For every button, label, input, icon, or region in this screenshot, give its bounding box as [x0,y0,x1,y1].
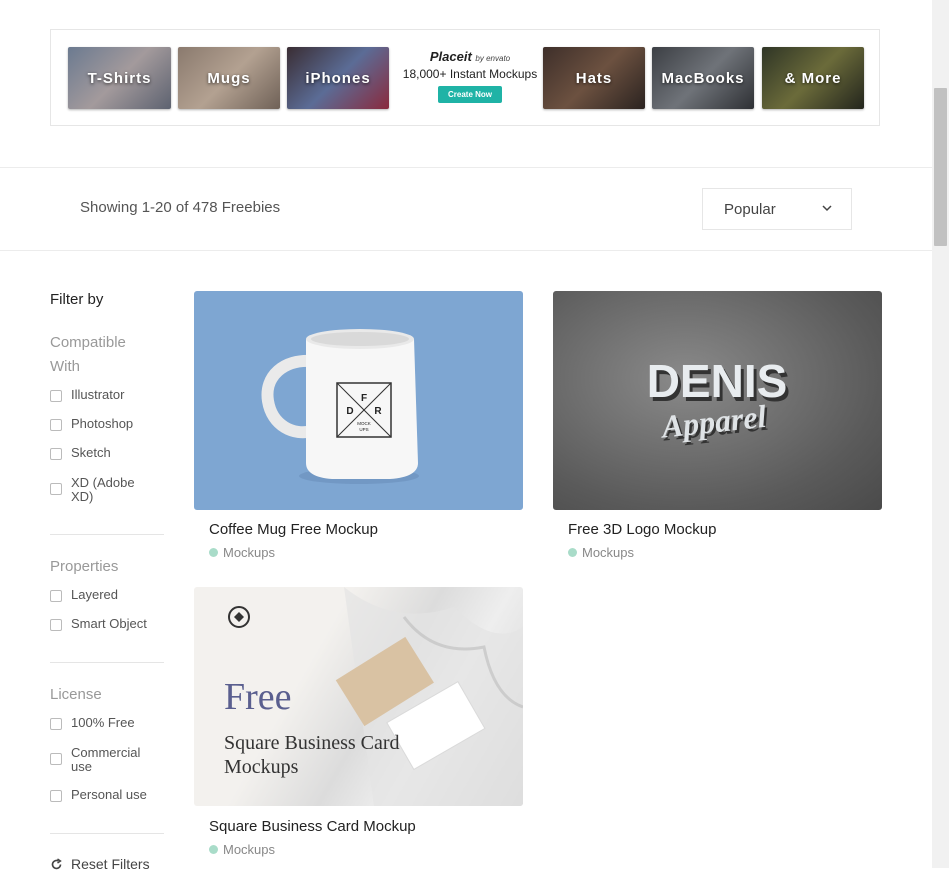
placeit-logo: Placeit by envato [429,49,511,64]
create-now-button[interactable]: Create Now [437,86,502,103]
placeit-promo[interactable]: Placeit by envato 18,000+ Instant Mockup… [400,47,540,109]
chevron-down-icon [822,205,832,212]
business-card-illustration: Free Square Business Card Mockups [224,587,523,806]
checkbox[interactable] [50,419,62,431]
results-count: Showing 1-20 of 478 Freebies [80,199,281,216]
group-title-license: License [50,686,102,703]
placeit-banner[interactable]: T-Shirts Mugs iPhones Placeit by envato … [50,29,880,126]
banner-tile-hats[interactable]: Hats [543,47,645,109]
mug-letter: R [374,406,382,417]
filter-option-illustrator[interactable]: Illustrator [50,388,156,402]
banner-tile-iphones[interactable]: iPhones [287,47,389,109]
checkbox[interactable] [50,390,62,402]
checkbox[interactable] [50,448,62,460]
placeit-tagline: 18,000+ Instant Mockups [402,67,538,81]
filter-option-photoshop[interactable]: Photoshop [50,417,156,431]
filter-separator [50,833,164,834]
category-dot [568,548,577,557]
checkbox[interactable] [50,753,62,765]
mug-illustration: F D R MOCK UPS [261,329,419,484]
filter-option-sketch[interactable]: Sketch [50,446,156,460]
checkbox[interactable] [50,790,62,802]
card-title[interactable]: Free 3D Logo Mockup [568,521,716,538]
divider-top [0,167,932,168]
card-image-3d-logo[interactable]: DENIS DENIS Apparel Apparel [553,291,882,510]
filter-option-commercial[interactable]: Commercial use [50,746,151,774]
sort-dropdown[interactable]: Popular [702,188,852,230]
scrollbar-thumb[interactable] [934,88,947,246]
filter-option-layered[interactable]: Layered [50,588,156,602]
card-category[interactable]: Mockups [209,842,275,857]
checkbox[interactable] [50,483,62,495]
mug-text: MOCK [357,421,371,426]
mug-letter: D [346,406,353,417]
category-dot [209,548,218,557]
checkbox[interactable] [50,590,62,602]
filter-separator [50,662,164,663]
filter-title: Filter by [50,291,104,308]
refresh-icon [51,857,62,869]
mug-text: UPS [359,427,368,432]
filter-separator [50,534,164,535]
filter-option-free[interactable]: 100% Free [50,716,156,730]
logo-text: DENIS [647,355,788,407]
scrollbar[interactable] [932,0,949,868]
filter-option-smart-object[interactable]: Smart Object [50,617,156,631]
card-category[interactable]: Mockups [209,545,275,560]
mug-letter: F [361,393,367,404]
banner-tile-more[interactable]: & More [762,47,864,109]
banner-tile-tshirts[interactable]: T-Shirts [68,47,171,109]
filter-option-personal[interactable]: Personal use [50,788,156,802]
category-dot [209,845,218,854]
group-title-properties: Properties [50,558,119,575]
card-headline-2: Mockups [224,756,299,778]
card-title[interactable]: Coffee Mug Free Mockup [209,521,378,538]
divider-bottom [0,250,932,251]
card-image-coffee-mug[interactable]: F D R MOCK UPS [194,291,523,510]
card-headline-1: Square Business Card [224,732,400,754]
reset-filters-button[interactable]: Reset Filters [50,856,150,872]
filter-option-xd[interactable]: XD (Adobe XD) [50,476,146,504]
logo-illustration: DENIS DENIS Apparel Apparel [647,355,791,448]
checkbox[interactable] [50,619,62,631]
card-image-business-card[interactable]: Free Square Business Card Mockups [194,587,523,806]
banner-tile-macbooks[interactable]: MacBooks [652,47,754,109]
card-category[interactable]: Mockups [568,545,634,560]
group-title-compatible: Compatible With [50,334,126,375]
sort-value: Popular [724,201,776,218]
card-title[interactable]: Square Business Card Mockup [209,818,416,835]
card-free-text: Free [224,676,292,718]
checkbox[interactable] [50,718,62,730]
banner-tile-mugs[interactable]: Mugs [178,47,280,109]
